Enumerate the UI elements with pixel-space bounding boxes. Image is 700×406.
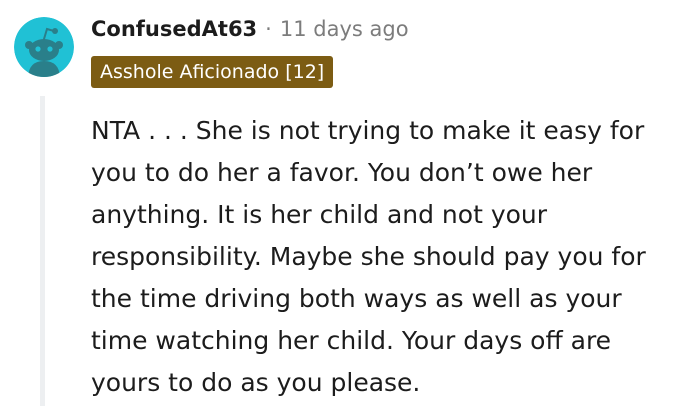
user-flair: Asshole Aficionado [12]	[91, 56, 334, 88]
meta-separator: ·	[265, 17, 272, 41]
comment-header: ConfusedAt63 · 11 days ago	[91, 12, 409, 46]
user-avatar[interactable]	[14, 17, 74, 77]
comment: ConfusedAt63 · 11 days ago Asshole Afici…	[0, 0, 700, 406]
username-link[interactable]: ConfusedAt63	[91, 17, 257, 41]
comment-body: NTA . . . She is not trying to make it e…	[91, 116, 646, 397]
snoo-avatar-icon	[14, 17, 74, 77]
thread-collapse-line[interactable]	[40, 96, 45, 406]
comment-timestamp[interactable]: 11 days ago	[280, 17, 409, 41]
